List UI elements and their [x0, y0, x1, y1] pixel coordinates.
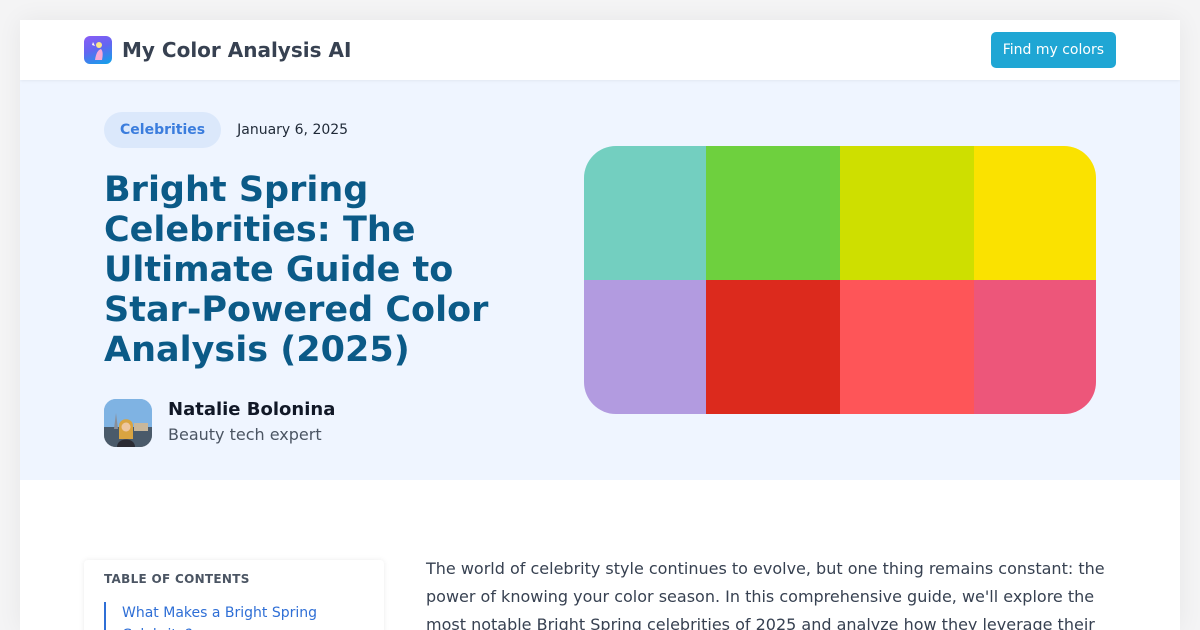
color-swatch [974, 280, 1096, 414]
table-of-contents: TABLE OF CONTENTS What Makes a Bright Sp… [84, 560, 384, 630]
color-swatch [840, 280, 974, 414]
color-swatch [840, 146, 974, 280]
color-swatch [706, 146, 840, 280]
author-role: Beauty tech expert [168, 425, 322, 444]
article-intro: The world of celebrity style continues t… [426, 559, 1105, 630]
site-header: My Color Analysis AI Find my colors [20, 20, 1180, 80]
author-block: Natalie Bolonina Beauty tech expert [104, 398, 335, 448]
page: My Color Analysis AI Find my colors Cele… [20, 20, 1180, 630]
brand-name: My Color Analysis AI [122, 38, 352, 62]
author-name: Natalie Bolonina [168, 399, 336, 420]
brand[interactable]: My Color Analysis AI [84, 36, 351, 64]
color-swatch [974, 146, 1096, 280]
article-meta: Celebrities January 6, 2025 [104, 112, 348, 148]
category-badge[interactable]: Celebrities [104, 112, 222, 148]
find-my-colors-button[interactable]: Find my colors [990, 32, 1116, 68]
publish-date: January 6, 2025 [237, 122, 349, 138]
logo-icon [84, 36, 112, 64]
color-swatch [584, 280, 706, 414]
author-text: Natalie Bolonina Beauty tech expert [168, 398, 335, 448]
avatar [104, 399, 152, 447]
article-hero: Celebrities January 6, 2025 Bright Sprin… [20, 80, 1180, 480]
bright-spring-palette [584, 146, 1096, 414]
color-swatch [706, 280, 840, 414]
page-title: Bright Spring Celebrities: The Ultimate … [104, 170, 489, 370]
toc-heading: TABLE OF CONTENTS [104, 572, 250, 586]
toc-item-what-makes-bright-spring[interactable]: What Makes a Bright Spring Celebrity? [104, 602, 344, 630]
color-swatch [584, 146, 706, 280]
